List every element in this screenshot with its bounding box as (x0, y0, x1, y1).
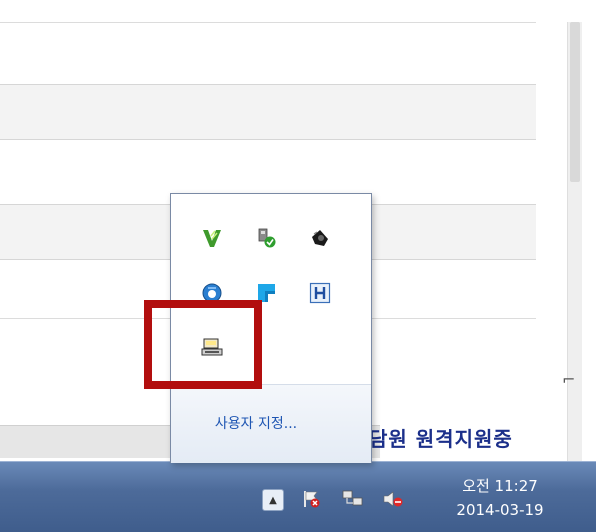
vpn-check-icon[interactable] (201, 227, 223, 249)
content-row (0, 84, 536, 140)
system-clock[interactable]: 오전 11:27 2014-03-19 (440, 474, 560, 522)
clock-date: 2014-03-19 (456, 501, 544, 519)
chevron-up-icon: ▲ (269, 494, 277, 506)
black-tray-app-icon[interactable] (309, 227, 331, 249)
usb-safe-remove-icon[interactable] (255, 227, 277, 249)
scrollbar-thumb[interactable] (570, 22, 580, 182)
page-divider (0, 22, 536, 23)
clock-time: 오전 11:27 (462, 477, 538, 495)
taskbar: ▲ 오전 11:27 2014-03-19 (0, 461, 596, 532)
action-center-flag-icon[interactable] (300, 488, 322, 510)
show-hidden-icons-button[interactable]: ▲ (262, 489, 284, 511)
highlight-box (144, 300, 262, 389)
customize-link[interactable]: 사용자 지정... (171, 413, 341, 433)
volume-muted-icon[interactable] (382, 488, 404, 510)
h-letter-app-icon[interactable] (309, 282, 331, 304)
popup-footer: 사용자 지정... (171, 384, 371, 463)
vertical-scrollbar[interactable] (567, 22, 582, 462)
remote-support-link[interactable]: 담원 원격지원중 (369, 422, 513, 456)
network-icon[interactable] (342, 488, 364, 510)
cursor-caret-icon: ⌐ (562, 370, 576, 389)
